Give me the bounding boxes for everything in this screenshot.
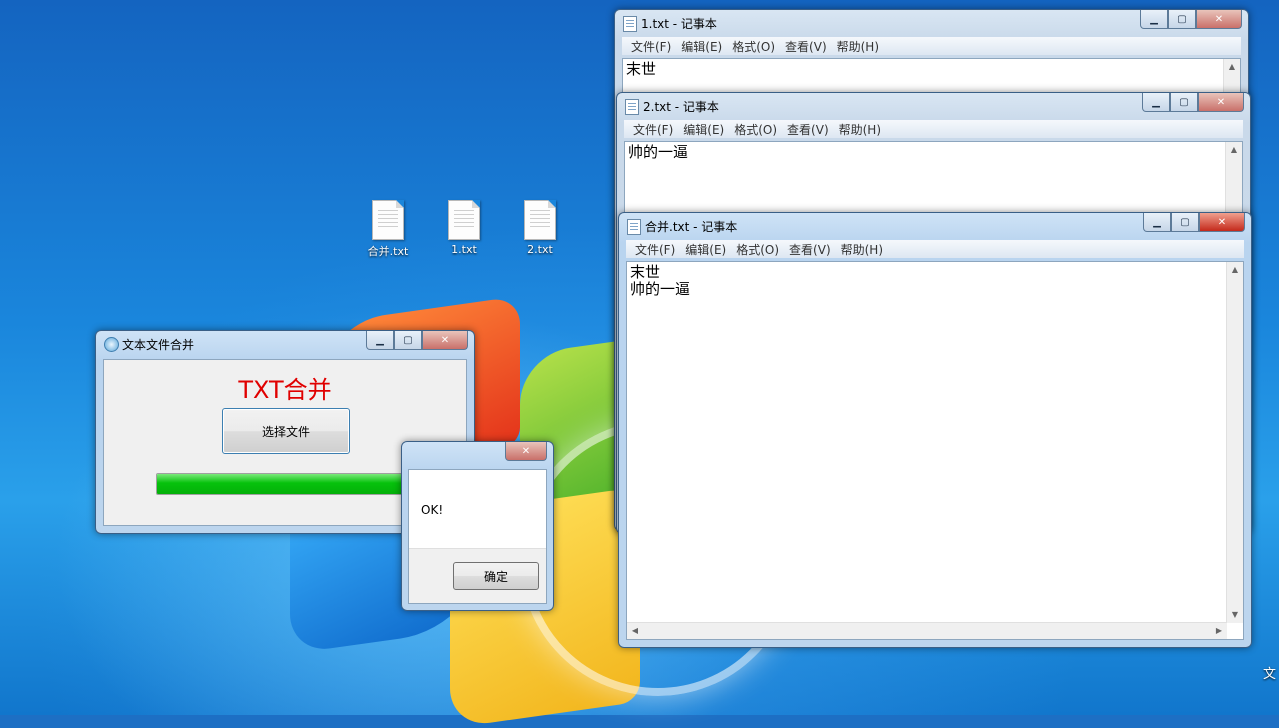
title-bar[interactable]: ✕ [402,442,553,468]
menu-edit[interactable]: 编辑(E) [685,241,726,258]
desktop-icon-1-txt[interactable]: 1.txt [436,200,492,256]
menu-file[interactable]: 文件(F) [633,121,673,138]
menu-help[interactable]: 帮助(H) [839,121,881,138]
text-file-icon [448,200,480,240]
vertical-scrollbar[interactable]: ▲ ▼ [1226,262,1243,623]
window-title: 文本文件合并 [122,338,195,352]
message-footer: 确定 [409,548,546,603]
menu-format[interactable]: 格式(O) [736,241,779,258]
maximize-button[interactable]: ▢ [394,331,422,350]
maximize-icon: ▢ [1180,216,1190,228]
close-button[interactable]: ✕ [1196,10,1242,29]
message-client-area: OK! 确定 [408,469,547,604]
notepad-icon [623,16,637,32]
message-text: OK! [421,503,444,517]
menu-help[interactable]: 帮助(H) [837,38,879,55]
merge-progress-bar [156,473,418,495]
minimize-button[interactable]: ▁ [1143,213,1171,232]
close-icon: ✕ [521,445,531,457]
editor-content: 帅的一逼 [628,143,689,161]
title-bar[interactable]: 合并.txt - 记事本 ▁ ▢ ✕ [619,213,1251,239]
maximize-icon: ▢ [403,334,413,346]
notepad-icon [627,219,641,235]
close-icon: ✕ [1217,216,1227,228]
menu-help[interactable]: 帮助(H) [841,241,883,258]
close-icon: ✕ [1216,96,1226,108]
maximize-button[interactable]: ▢ [1170,93,1198,112]
app-icon [104,337,119,352]
scroll-left-icon[interactable]: ◀ [627,623,643,639]
desktop-icon-label: 2.txt [527,243,553,256]
desktop-icon-label: 1.txt [451,243,477,256]
desktop-icon-2-txt[interactable]: 2.txt [512,200,568,256]
menu-bar: 文件(F) 编辑(E) 格式(O) 查看(V) 帮助(H) [624,120,1243,138]
menu-file[interactable]: 文件(F) [631,38,671,55]
desktop-icon-label: 合并.txt [367,245,409,258]
maximize-icon: ▢ [1179,96,1189,108]
menu-format[interactable]: 格式(O) [732,38,775,55]
minimize-icon: ▁ [376,334,384,346]
scroll-right-icon[interactable]: ▶ [1211,623,1227,639]
horizontal-scrollbar[interactable]: ◀ ▶ [627,622,1227,639]
title-bar[interactable]: 2.txt - 记事本 ▁ ▢ ✕ [617,93,1250,119]
menu-view[interactable]: 查看(V) [787,121,829,138]
notepad-window-merged[interactable]: 合并.txt - 记事本 ▁ ▢ ✕ 文件(F) 编辑(E) 格式(O) 查看(… [618,212,1252,648]
editor-content: 末世 帅的一逼 [630,263,691,298]
close-button[interactable]: ✕ [422,331,468,350]
partial-desktop-label: 文 [1263,667,1277,682]
scroll-down-icon[interactable]: ▼ [1227,607,1243,623]
close-icon: ✕ [440,334,450,346]
ok-button[interactable]: 确定 [453,562,539,590]
message-box[interactable]: ✕ OK! 确定 [401,441,554,611]
menu-view[interactable]: 查看(V) [785,38,827,55]
menu-bar: 文件(F) 编辑(E) 格式(O) 查看(V) 帮助(H) [622,37,1241,55]
progress-fill [157,474,417,494]
title-bar[interactable]: 文本文件合并 ▁ ▢ ✕ [96,331,474,357]
minimize-button[interactable]: ▁ [366,331,394,350]
scroll-up-icon[interactable]: ▲ [1226,142,1242,158]
window-title: 合并.txt - 记事本 [645,220,738,234]
menu-edit[interactable]: 编辑(E) [683,121,724,138]
window-title: 2.txt - 记事本 [643,100,719,114]
maximize-button[interactable]: ▢ [1168,10,1196,29]
minimize-button[interactable]: ▁ [1140,10,1168,29]
minimize-icon: ▁ [1150,13,1158,25]
close-button[interactable]: ✕ [505,442,547,461]
text-file-icon [372,200,404,240]
desktop-icon-merged-txt[interactable]: 合并.txt [360,200,416,259]
menu-format[interactable]: 格式(O) [734,121,777,138]
scroll-up-icon[interactable]: ▲ [1227,262,1243,278]
notepad-icon [625,99,639,115]
text-editor[interactable]: 末世 帅的一逼 ▲ ▼ ◀ ▶ [626,261,1244,640]
editor-content: 末世 [626,60,657,78]
title-bar[interactable]: 1.txt - 记事本 ▁ ▢ ✕ [615,10,1248,36]
minimize-icon: ▁ [1152,96,1160,108]
close-icon: ✕ [1214,13,1224,25]
app-heading: TXT合并 [238,376,332,404]
maximize-button[interactable]: ▢ [1171,213,1199,232]
text-file-icon [524,200,556,240]
window-title: 1.txt - 记事本 [641,17,717,31]
close-button[interactable]: ✕ [1199,213,1245,232]
minimize-button[interactable]: ▁ [1142,93,1170,112]
select-file-button[interactable]: 选择文件 [222,408,350,454]
minimize-icon: ▁ [1153,216,1161,228]
menu-bar: 文件(F) 编辑(E) 格式(O) 查看(V) 帮助(H) [626,240,1244,258]
menu-file[interactable]: 文件(F) [635,241,675,258]
close-button[interactable]: ✕ [1198,93,1244,112]
maximize-icon: ▢ [1177,13,1187,25]
menu-view[interactable]: 查看(V) [789,241,831,258]
scroll-up-icon[interactable]: ▲ [1224,59,1240,75]
menu-edit[interactable]: 编辑(E) [681,38,722,55]
